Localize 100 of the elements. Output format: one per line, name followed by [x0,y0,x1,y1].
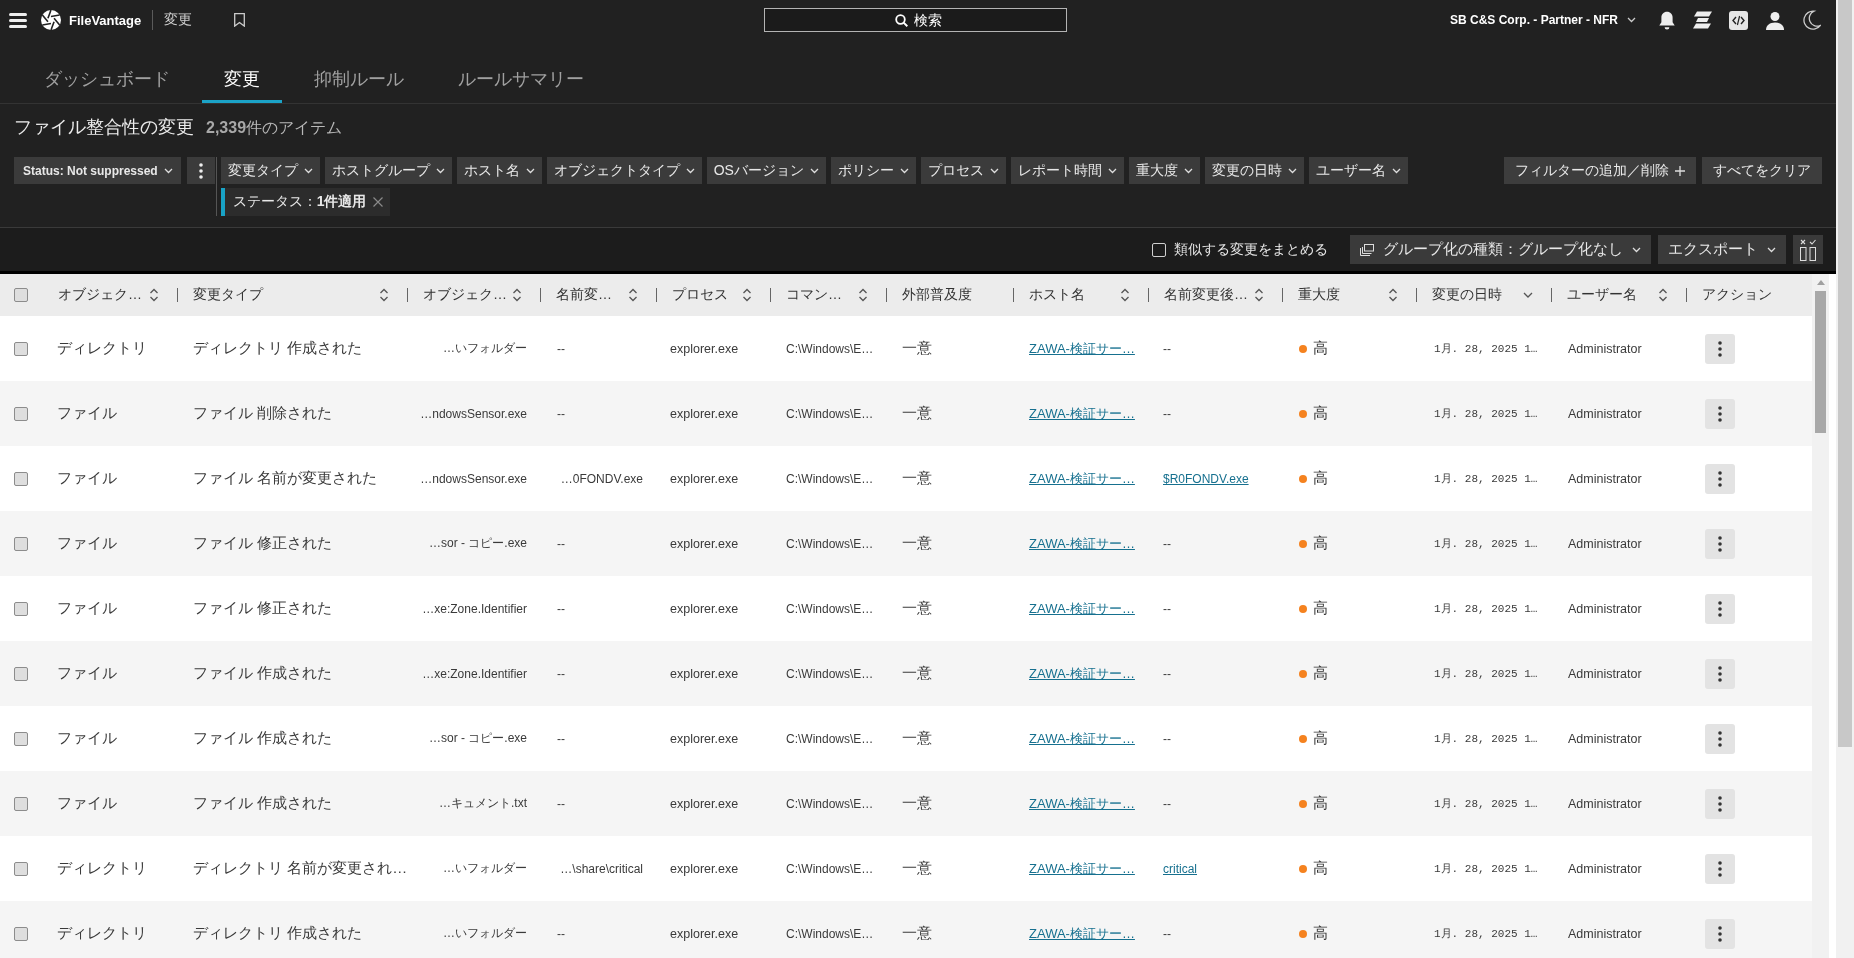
table-cell-text: 一意 [901,403,933,423]
tab[interactable]: ルールサマリー [436,56,606,103]
host-link[interactable]: ZAWA-検証サー… [1029,469,1135,488]
add-remove-filters-button[interactable]: フィルターの追加／削除 [1504,157,1696,184]
stacked-windows-icon [1360,243,1374,256]
filter-dropdown[interactable]: ユーザー名 [1308,157,1408,184]
filter-dropdown[interactable]: 変更タイプ [220,157,320,184]
scrollbar-thumb[interactable] [1838,0,1852,748]
filter-dropdown[interactable]: レポート時間 [1010,157,1124,184]
filter-dropdown[interactable]: OSバージョン [706,157,826,184]
host-link[interactable]: ZAWA-検証サー… [1029,404,1135,423]
host-link[interactable]: ZAWA-検証サー… [1029,339,1135,358]
stacked-bars-icon[interactable] [1693,11,1712,29]
row-actions-button[interactable] [1705,658,1735,689]
host-link[interactable]: ZAWA-検証サー… [1029,859,1135,878]
filter-dropdown[interactable]: ホストグループ [324,157,452,184]
caret-up-icon[interactable] [1816,280,1825,285]
export-dropdown[interactable]: エクスポート [1658,235,1786,264]
host-link[interactable]: ZAWA-検証サー… [1029,599,1135,618]
host-link[interactable]: ZAWA-検証サー… [1029,924,1135,943]
table-cell-text: 一意 [901,663,933,683]
checkbox[interactable] [1152,242,1166,257]
row-actions-button[interactable] [1705,333,1735,364]
filter-dropdown[interactable]: 重大度 [1128,157,1200,184]
table-scrollbar[interactable] [1812,274,1829,958]
account-dropdown[interactable]: SB C&S Corp. - Partner - NFR [1450,13,1636,27]
close-icon[interactable] [372,197,383,207]
sort-icon[interactable] [628,288,638,302]
checkbox-label[interactable]: 類似する変更をまとめる [1174,240,1328,259]
column-settings-button[interactable] [1793,235,1823,264]
sort-icon[interactable] [512,288,522,302]
checkbox[interactable] [14,471,28,486]
menu-icon[interactable] [9,12,27,28]
tab[interactable]: ダッシュボード [22,56,192,103]
chevron-down-icon [1183,167,1193,174]
bookmark-icon[interactable] [234,13,246,27]
sort-icon[interactable] [1658,288,1668,302]
checkbox[interactable] [14,796,28,811]
sort-icon[interactable] [149,288,159,302]
sort-icon[interactable] [1120,288,1130,302]
sort-down-icon[interactable] [1523,292,1533,298]
row-actions-button[interactable] [1705,918,1735,949]
page-scrollbar[interactable] [1836,0,1854,958]
row-actions-button[interactable] [1705,853,1735,884]
checkbox[interactable] [14,341,28,356]
applied-filter-chip[interactable]: ステータス：1件適用 [220,188,390,216]
search-field[interactable]: 検索 [763,8,1067,32]
table-cell-text: 1月. 28, 2025 1… [1433,472,1539,487]
filter-dropdown[interactable]: ポリシー [830,157,916,184]
sort-icon[interactable] [858,288,868,302]
sort-icon[interactable] [1388,288,1398,302]
host-link[interactable]: ZAWA-検証サー… [1029,794,1135,813]
table-row[interactable]: ファイル ファイル 削除された …ndowsSensor.exe -- explorer.exe C:\Windows\E… 一意 ZAWA-検証サー… -- 高 1月. 28, 2025 1… Administrator [0,381,1812,446]
user-icon[interactable] [1765,10,1785,30]
checkbox[interactable] [14,666,28,681]
row-actions-button[interactable] [1705,398,1735,429]
filter-dropdown[interactable]: 変更の日時 [1204,157,1304,184]
table-row[interactable]: ファイル ファイル 修正された …sor - コピー.exe -- explorer.exe C:\Windows\E… 一意 ZAWA-検証サー… -- 高 1月. 28, 2025 1… Administrator [0,511,1812,576]
sort-icon[interactable] [379,288,389,302]
clear-all-button[interactable]: すべてをクリア [1702,157,1822,184]
row-actions-button[interactable] [1705,463,1735,494]
bell-icon[interactable] [1658,10,1676,30]
tab[interactable]: 抑制ルール [292,56,426,103]
checkbox[interactable] [14,861,28,876]
file-link[interactable]: $R0FONDV.exe [1163,471,1249,486]
filter-dropdown[interactable]: オブジェクトタイプ [546,157,702,184]
filter-dropdown[interactable]: ホスト名 [456,157,542,184]
host-link[interactable]: ZAWA-検証サー… [1029,534,1135,553]
moon-icon[interactable] [1802,10,1821,30]
table-row[interactable]: ファイル ファイル 作成された …キュメント.txt -- explorer.exe C:\Windows\E… 一意 ZAWA-検証サー… -- 高 1月. 28, 2025 1… Administrator [0,771,1812,836]
row-actions-button[interactable] [1705,528,1735,559]
file-link[interactable]: critical [1163,861,1197,876]
row-actions-button[interactable] [1705,788,1735,819]
table-row[interactable]: ディレクトリ ディレクトリ 作成された …いフォルダー -- explorer.exe C:\Windows\E… 一意 ZAWA-検証サー… -- 高 1月. 28, 2025 1… Administrator [0,901,1812,958]
table-cell-text: explorer.exe [669,405,740,423]
table-cell-text: 1月. 28, 2025 1… [1433,862,1539,877]
checkbox[interactable] [14,926,28,941]
row-actions-button[interactable] [1705,593,1735,624]
checkbox[interactable] [14,601,28,616]
host-link[interactable]: ZAWA-検証サー… [1029,729,1135,748]
grouping-dropdown[interactable]: グループ化の種類：グループ化なし [1350,235,1651,264]
checkbox[interactable] [14,731,28,746]
chevron-down-icon [1627,17,1636,23]
table-row[interactable]: ファイル ファイル 作成された …xe:Zone.Identifier -- explorer.exe C:\Windows\E… 一意 ZAWA-検証サー… -- 高 1月. 28, 2025 1… Administrator [0,641,1812,706]
table-cell-text: Administrator [1567,860,1643,878]
sort-icon[interactable] [1254,288,1264,302]
filter-dropdown[interactable]: プロセス [920,157,1006,184]
scrollbar-thumb[interactable] [1815,291,1826,433]
more-options-icon [1718,535,1722,552]
checkbox[interactable] [14,536,28,551]
sort-icon[interactable] [742,288,752,302]
status-filter-dropdown[interactable]: Status: Not suppressed [14,157,181,184]
checkbox[interactable] [14,406,28,421]
checkbox[interactable] [14,288,28,302]
code-icon[interactable] [1729,10,1748,30]
more-options-button[interactable] [186,157,215,184]
table-cell-text: ファイル [56,468,118,488]
column-header[interactable]: オブジェク… [42,274,177,316]
host-link[interactable]: ZAWA-検証サー… [1029,664,1135,683]
row-actions-button[interactable] [1705,723,1735,754]
